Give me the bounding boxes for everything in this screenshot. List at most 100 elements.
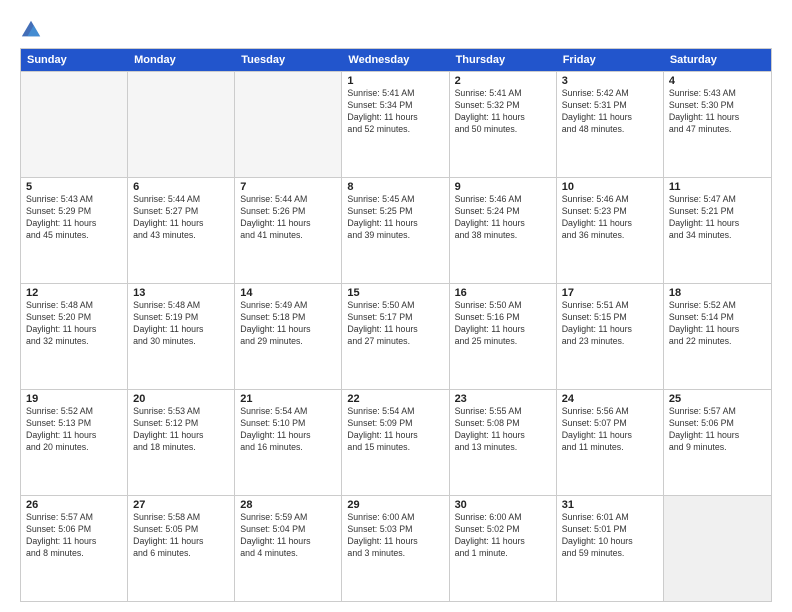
weekday-header-sunday: Sunday (21, 49, 128, 71)
calendar-cell-12: 12Sunrise: 5:48 AMSunset: 5:20 PMDayligh… (21, 284, 128, 389)
cell-info: Sunrise: 5:57 AMSunset: 5:06 PMDaylight:… (669, 406, 766, 454)
day-number: 6 (133, 181, 229, 193)
calendar-cell-28: 28Sunrise: 5:59 AMSunset: 5:04 PMDayligh… (235, 496, 342, 601)
weekday-header-wednesday: Wednesday (342, 49, 449, 71)
calendar-cell-25: 25Sunrise: 5:57 AMSunset: 5:06 PMDayligh… (664, 390, 771, 495)
calendar-cell-8: 8Sunrise: 5:45 AMSunset: 5:25 PMDaylight… (342, 178, 449, 283)
day-number: 17 (562, 287, 658, 299)
calendar-cell-4: 4Sunrise: 5:43 AMSunset: 5:30 PMDaylight… (664, 72, 771, 177)
day-number: 4 (669, 75, 766, 87)
day-number: 11 (669, 181, 766, 193)
calendar-cell-7: 7Sunrise: 5:44 AMSunset: 5:26 PMDaylight… (235, 178, 342, 283)
calendar-cell-13: 13Sunrise: 5:48 AMSunset: 5:19 PMDayligh… (128, 284, 235, 389)
day-number: 7 (240, 181, 336, 193)
calendar-cell-empty (21, 72, 128, 177)
calendar-cell-6: 6Sunrise: 5:44 AMSunset: 5:27 PMDaylight… (128, 178, 235, 283)
calendar-cell-16: 16Sunrise: 5:50 AMSunset: 5:16 PMDayligh… (450, 284, 557, 389)
cell-info: Sunrise: 5:42 AMSunset: 5:31 PMDaylight:… (562, 88, 658, 136)
cell-info: Sunrise: 5:53 AMSunset: 5:12 PMDaylight:… (133, 406, 229, 454)
calendar-cell-21: 21Sunrise: 5:54 AMSunset: 5:10 PMDayligh… (235, 390, 342, 495)
weekday-header-thursday: Thursday (450, 49, 557, 71)
day-number: 22 (347, 393, 443, 405)
cell-info: Sunrise: 5:56 AMSunset: 5:07 PMDaylight:… (562, 406, 658, 454)
cell-info: Sunrise: 5:43 AMSunset: 5:29 PMDaylight:… (26, 194, 122, 242)
calendar-row-1: 5Sunrise: 5:43 AMSunset: 5:29 PMDaylight… (21, 177, 771, 283)
page: SundayMondayTuesdayWednesdayThursdayFrid… (0, 0, 792, 612)
logo-icon (20, 18, 42, 40)
day-number: 29 (347, 499, 443, 511)
day-number: 27 (133, 499, 229, 511)
day-number: 10 (562, 181, 658, 193)
day-number: 3 (562, 75, 658, 87)
day-number: 16 (455, 287, 551, 299)
calendar-cell-9: 9Sunrise: 5:46 AMSunset: 5:24 PMDaylight… (450, 178, 557, 283)
cell-info: Sunrise: 5:52 AMSunset: 5:13 PMDaylight:… (26, 406, 122, 454)
calendar-cell-10: 10Sunrise: 5:46 AMSunset: 5:23 PMDayligh… (557, 178, 664, 283)
weekday-header-saturday: Saturday (664, 49, 771, 71)
calendar-cell-11: 11Sunrise: 5:47 AMSunset: 5:21 PMDayligh… (664, 178, 771, 283)
cell-info: Sunrise: 5:48 AMSunset: 5:19 PMDaylight:… (133, 300, 229, 348)
calendar-row-2: 12Sunrise: 5:48 AMSunset: 5:20 PMDayligh… (21, 283, 771, 389)
cell-info: Sunrise: 6:00 AMSunset: 5:02 PMDaylight:… (455, 512, 551, 560)
day-number: 9 (455, 181, 551, 193)
cell-info: Sunrise: 5:50 AMSunset: 5:16 PMDaylight:… (455, 300, 551, 348)
day-number: 26 (26, 499, 122, 511)
cell-info: Sunrise: 5:41 AMSunset: 5:34 PMDaylight:… (347, 88, 443, 136)
day-number: 19 (26, 393, 122, 405)
cell-info: Sunrise: 5:59 AMSunset: 5:04 PMDaylight:… (240, 512, 336, 560)
weekday-header-tuesday: Tuesday (235, 49, 342, 71)
calendar-cell-29: 29Sunrise: 6:00 AMSunset: 5:03 PMDayligh… (342, 496, 449, 601)
cell-info: Sunrise: 6:01 AMSunset: 5:01 PMDaylight:… (562, 512, 658, 560)
calendar-row-4: 26Sunrise: 5:57 AMSunset: 5:06 PMDayligh… (21, 495, 771, 601)
calendar-cell-empty (235, 72, 342, 177)
calendar-cell-2: 2Sunrise: 5:41 AMSunset: 5:32 PMDaylight… (450, 72, 557, 177)
day-number: 15 (347, 287, 443, 299)
cell-info: Sunrise: 5:52 AMSunset: 5:14 PMDaylight:… (669, 300, 766, 348)
day-number: 2 (455, 75, 551, 87)
calendar-cell-18: 18Sunrise: 5:52 AMSunset: 5:14 PMDayligh… (664, 284, 771, 389)
cell-info: Sunrise: 5:57 AMSunset: 5:06 PMDaylight:… (26, 512, 122, 560)
calendar-cell-23: 23Sunrise: 5:55 AMSunset: 5:08 PMDayligh… (450, 390, 557, 495)
weekday-header-friday: Friday (557, 49, 664, 71)
logo (20, 18, 46, 40)
cell-info: Sunrise: 5:41 AMSunset: 5:32 PMDaylight:… (455, 88, 551, 136)
cell-info: Sunrise: 6:00 AMSunset: 5:03 PMDaylight:… (347, 512, 443, 560)
day-number: 1 (347, 75, 443, 87)
calendar-cell-1: 1Sunrise: 5:41 AMSunset: 5:34 PMDaylight… (342, 72, 449, 177)
weekday-header-monday: Monday (128, 49, 235, 71)
calendar-cell-empty (128, 72, 235, 177)
calendar-cell-24: 24Sunrise: 5:56 AMSunset: 5:07 PMDayligh… (557, 390, 664, 495)
day-number: 21 (240, 393, 336, 405)
cell-info: Sunrise: 5:47 AMSunset: 5:21 PMDaylight:… (669, 194, 766, 242)
calendar-cell-31: 31Sunrise: 6:01 AMSunset: 5:01 PMDayligh… (557, 496, 664, 601)
cell-info: Sunrise: 5:55 AMSunset: 5:08 PMDaylight:… (455, 406, 551, 454)
day-number: 12 (26, 287, 122, 299)
cell-info: Sunrise: 5:44 AMSunset: 5:27 PMDaylight:… (133, 194, 229, 242)
calendar-cell-26: 26Sunrise: 5:57 AMSunset: 5:06 PMDayligh… (21, 496, 128, 601)
calendar-cell-empty (664, 496, 771, 601)
day-number: 31 (562, 499, 658, 511)
cell-info: Sunrise: 5:48 AMSunset: 5:20 PMDaylight:… (26, 300, 122, 348)
calendar-row-3: 19Sunrise: 5:52 AMSunset: 5:13 PMDayligh… (21, 389, 771, 495)
cell-info: Sunrise: 5:45 AMSunset: 5:25 PMDaylight:… (347, 194, 443, 242)
day-number: 24 (562, 393, 658, 405)
cell-info: Sunrise: 5:44 AMSunset: 5:26 PMDaylight:… (240, 194, 336, 242)
calendar-cell-3: 3Sunrise: 5:42 AMSunset: 5:31 PMDaylight… (557, 72, 664, 177)
calendar-cell-30: 30Sunrise: 6:00 AMSunset: 5:02 PMDayligh… (450, 496, 557, 601)
calendar-cell-22: 22Sunrise: 5:54 AMSunset: 5:09 PMDayligh… (342, 390, 449, 495)
day-number: 28 (240, 499, 336, 511)
calendar-cell-27: 27Sunrise: 5:58 AMSunset: 5:05 PMDayligh… (128, 496, 235, 601)
header (20, 18, 772, 40)
cell-info: Sunrise: 5:46 AMSunset: 5:23 PMDaylight:… (562, 194, 658, 242)
day-number: 5 (26, 181, 122, 193)
cell-info: Sunrise: 5:58 AMSunset: 5:05 PMDaylight:… (133, 512, 229, 560)
cell-info: Sunrise: 5:49 AMSunset: 5:18 PMDaylight:… (240, 300, 336, 348)
calendar-cell-15: 15Sunrise: 5:50 AMSunset: 5:17 PMDayligh… (342, 284, 449, 389)
calendar-cell-20: 20Sunrise: 5:53 AMSunset: 5:12 PMDayligh… (128, 390, 235, 495)
day-number: 8 (347, 181, 443, 193)
day-number: 23 (455, 393, 551, 405)
calendar-cell-19: 19Sunrise: 5:52 AMSunset: 5:13 PMDayligh… (21, 390, 128, 495)
cell-info: Sunrise: 5:50 AMSunset: 5:17 PMDaylight:… (347, 300, 443, 348)
day-number: 20 (133, 393, 229, 405)
cell-info: Sunrise: 5:46 AMSunset: 5:24 PMDaylight:… (455, 194, 551, 242)
